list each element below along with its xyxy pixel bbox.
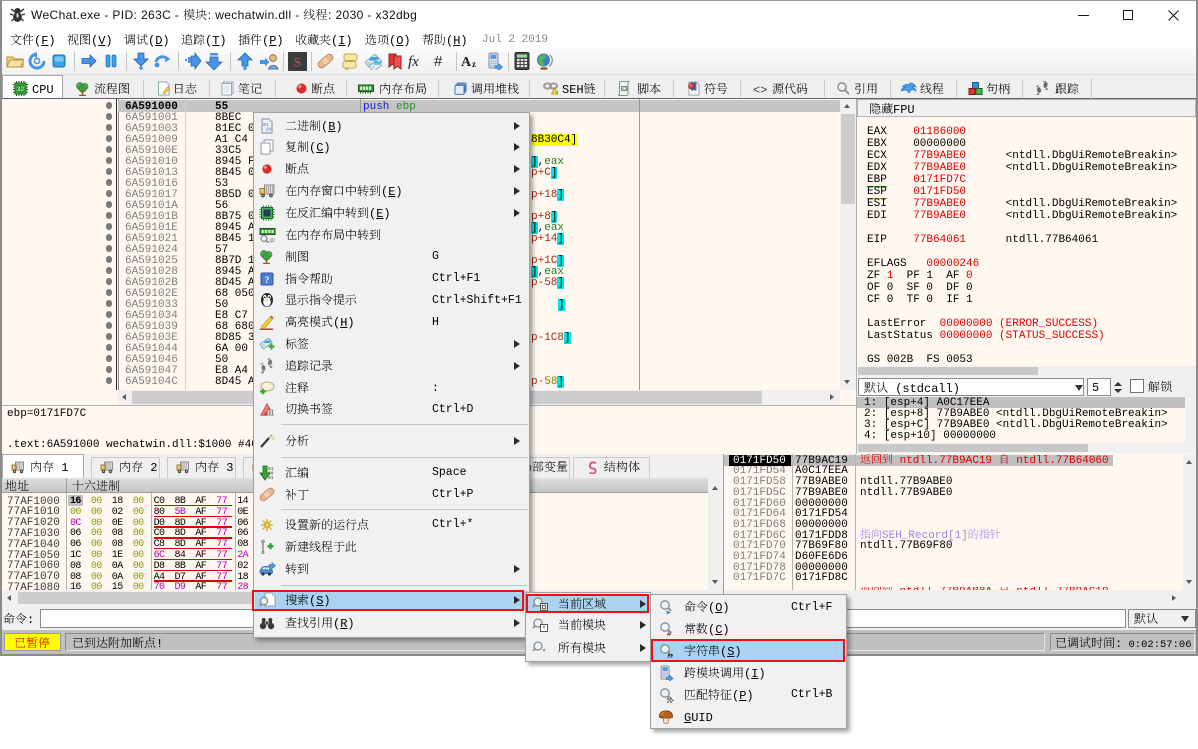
- svg-text:#: #: [667, 629, 672, 637]
- svg-text:32: 32: [17, 86, 25, 93]
- svg-text:*: *: [543, 626, 546, 633]
- svg-text:fx: fx: [408, 54, 419, 70]
- svg-text:10: 10: [266, 126, 272, 132]
- svg-text:<>: <>: [622, 86, 628, 91]
- svg-text:<>: <>: [753, 84, 767, 97]
- svg-text:@: @: [270, 238, 276, 243]
- svg-text:z: z: [472, 59, 476, 69]
- svg-text:*: *: [542, 647, 545, 656]
- svg-text:#: #: [434, 53, 443, 70]
- svg-text:01: 01: [268, 475, 274, 481]
- svg-text:S: S: [294, 55, 301, 70]
- svg-text:A: A: [461, 55, 472, 70]
- svg-text:?: ?: [265, 276, 270, 286]
- svg-text:!: !: [557, 91, 559, 97]
